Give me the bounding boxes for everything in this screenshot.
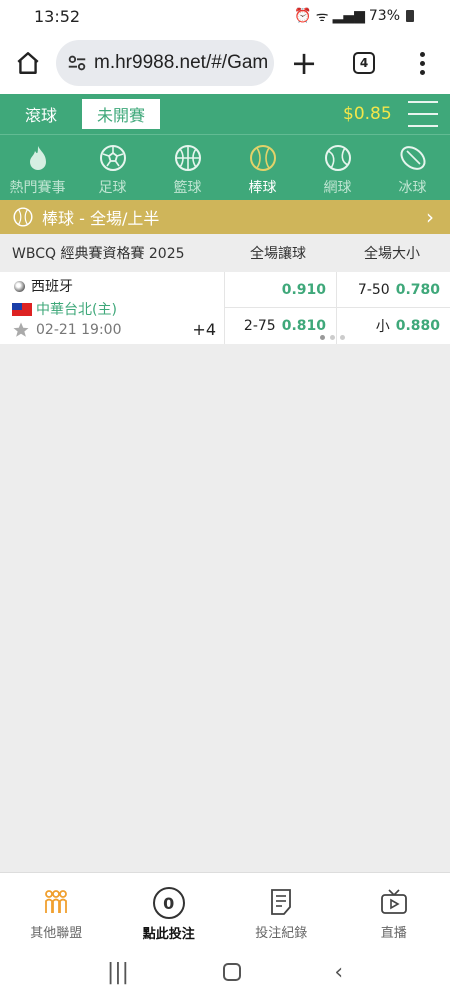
plus-icon: + <box>290 44 318 82</box>
soccer-ball-icon <box>99 145 126 171</box>
status-icons: ⏰ ᯤ ▂▄▆ 73% <box>294 7 414 26</box>
league-header: WBCQ 經典賽資格賽 2025 全場讓球 全場大小 <box>0 234 450 272</box>
odds-line: 小 <box>375 319 390 335</box>
basketball-icon <box>174 145 201 171</box>
odds-price: 0.910 <box>281 281 326 298</box>
nav-label: 直播 <box>380 926 407 941</box>
sport-baseball[interactable]: 棒球 <box>225 135 300 200</box>
sport-tennis[interactable]: 網球 <box>300 135 375 200</box>
nav-bet-history[interactable]: 投注紀錄 <box>225 873 338 944</box>
balance: $0.85 <box>343 104 392 124</box>
wifi-icon: ᯤ <box>315 8 329 25</box>
sport-label: 足球 <box>98 180 127 196</box>
battery-icon <box>406 10 414 22</box>
home-circle-icon[interactable] <box>222 963 241 981</box>
more-markets[interactable]: +4 <box>192 320 216 339</box>
bet-slip-count: 0 <box>152 887 185 919</box>
people-icon <box>45 890 68 913</box>
match-teams[interactable]: 西班牙 中華台北(主) 02-21 19:00 +4 <box>0 272 224 344</box>
odds-price: 0.810 <box>281 318 326 334</box>
new-tab-button[interactable]: + <box>274 44 334 82</box>
nav-live-stream[interactable]: 直播 <box>338 873 450 944</box>
hamburger-menu-icon[interactable] <box>408 101 438 127</box>
odds-price: 0.780 <box>395 281 440 298</box>
league-name: WBCQ 經典賽資格賽 2025 <box>12 246 185 262</box>
home-button[interactable] <box>0 32 56 94</box>
odds-line: 2-75 <box>243 318 276 334</box>
browser-toolbar: m.hr9988.net/#/Gam + 4 <box>0 32 450 94</box>
team-away: 中華台北(主) <box>12 299 117 319</box>
status-time: 13:52 <box>34 6 81 26</box>
document-icon <box>271 889 292 915</box>
fire-icon <box>29 146 46 170</box>
match-datetime: 02-21 19:00 <box>36 322 122 338</box>
tab-count: 4 <box>353 52 375 74</box>
odds-price: 0.880 <box>395 318 440 334</box>
sport-soccer[interactable]: 足球 <box>75 135 150 200</box>
column-over-under: 全場大小 <box>364 246 420 262</box>
odds-over-under-top[interactable]: 7-50 0.780 <box>336 272 450 308</box>
section-title-bar[interactable]: 棒球 - 全場/上半 › <box>0 200 450 234</box>
home-icon <box>17 52 39 74</box>
odds-handicap-top[interactable]: 0.910 <box>224 272 336 308</box>
odds-line: 7-50 <box>357 281 390 298</box>
baseball-icon <box>249 145 276 171</box>
team2-name: 中華台北(主) <box>36 302 117 318</box>
tv-play-icon <box>380 889 407 914</box>
nav-label: 其他聯盟 <box>30 926 83 941</box>
team1-name: 西班牙 <box>31 279 73 295</box>
team-logo-icon <box>14 280 25 292</box>
hockey-puck-icon <box>399 146 426 170</box>
sport-label: 網球 <box>323 180 352 196</box>
nav-label: 點此投注 <box>142 927 195 942</box>
baseball-icon <box>13 207 33 227</box>
chevron-right-icon: › <box>426 205 434 229</box>
sport-label: 熱門賽事 <box>9 180 66 196</box>
browser-menu-button[interactable] <box>394 51 450 75</box>
address-bar[interactable]: m.hr9988.net/#/Gam <box>56 40 274 86</box>
sport-label: 籃球 <box>173 180 202 196</box>
tab-switcher-button[interactable]: 4 <box>334 52 394 74</box>
bottom-nav: 其他聯盟 0 點此投注 投注紀錄 直播 <box>0 872 450 944</box>
odds-over-under-bottom[interactable]: 小 0.880 <box>336 308 450 344</box>
odds-pager <box>320 335 345 340</box>
nav-other-leagues[interactable]: 其他聯盟 <box>0 873 113 944</box>
sports-bar: 熱門賽事 足球 籃球 棒球 網球 冰球 <box>0 134 450 200</box>
sport-hockey[interactable]: 冰球 <box>375 135 450 200</box>
tab-prematch[interactable]: 未開賽 <box>82 99 160 129</box>
site-settings-icon[interactable] <box>66 52 88 74</box>
signal-icon: ▂▄▆ <box>332 8 365 24</box>
battery-percent: 73% <box>368 8 400 24</box>
sport-basketball[interactable]: 籃球 <box>150 135 225 200</box>
status-bar: 13:52 ⏰ ᯤ ▂▄▆ 73% <box>0 0 450 32</box>
alarm-icon: ⏰ <box>294 8 312 24</box>
system-nav-bar: ||| ‹ <box>0 944 450 1000</box>
nav-label: 投注紀錄 <box>255 926 308 941</box>
sport-label: 棒球 <box>248 180 277 196</box>
flag-icon <box>12 302 32 316</box>
sport-label: 冰球 <box>398 180 427 196</box>
url-text: m.hr9988.net/#/Gam <box>94 52 269 73</box>
match-time: 02-21 19:00 <box>12 321 121 339</box>
section-title: 棒球 - 全場/上半 <box>42 209 160 228</box>
back-icon[interactable]: ‹ <box>334 960 343 985</box>
match-row: 西班牙 中華台北(主) 02-21 19:00 +4 0.910 2-75 0.… <box>0 272 450 344</box>
column-handicap: 全場讓球 <box>250 246 306 262</box>
top-nav: 滾球 未開賽 $0.85 <box>0 94 450 134</box>
star-icon[interactable] <box>12 321 30 339</box>
team-home: 西班牙 <box>14 276 73 296</box>
recent-apps-icon[interactable]: ||| <box>107 960 129 985</box>
tennis-ball-icon <box>324 145 351 171</box>
tab-live[interactable]: 滾球 <box>0 102 82 126</box>
nav-bet-slip[interactable]: 0 點此投注 <box>113 873 226 944</box>
sport-hot[interactable]: 熱門賽事 <box>0 135 75 200</box>
